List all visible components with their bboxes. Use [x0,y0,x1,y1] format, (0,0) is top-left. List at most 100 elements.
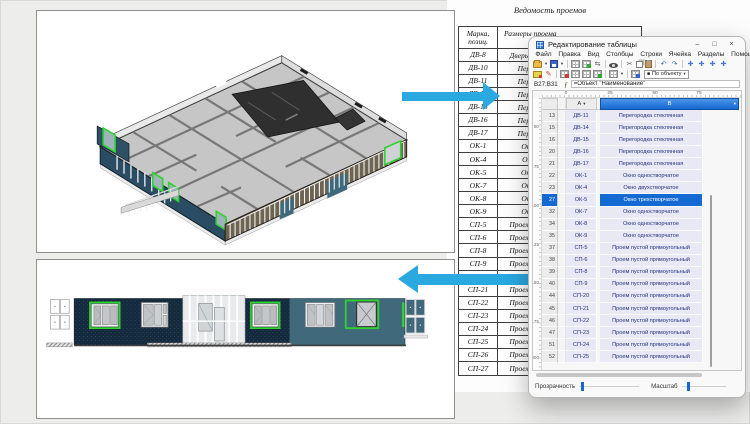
cell-b[interactable]: Окно одностворчатое [600,219,703,231]
open-folder-icon[interactable] [533,61,542,68]
spreadsheet[interactable]: 0255075 5075100125150175200 A▾ B▾ 13ДВ-1… [532,90,742,371]
elevation-panel[interactable] [36,259,455,419]
row-number[interactable]: 15 [542,122,558,134]
menu-item[interactable]: Правка [555,51,584,58]
cell-a[interactable]: СП-23 [566,327,597,339]
split-cells-icon[interactable] [582,70,591,78]
cell-b[interactable]: Перегородка стеклянная [600,122,703,134]
cell-a[interactable]: СП-24 [566,339,597,351]
column-header-a[interactable]: A▾ [566,98,597,110]
row-number[interactable]: 20 [542,146,558,158]
open-caret-icon[interactable]: ▾ [544,61,548,67]
cell-a[interactable]: ДВ-15 [566,134,597,146]
cell-a[interactable]: ДВ-16 [566,146,597,158]
vertical-scrollbar[interactable] [710,195,712,367]
cell-a[interactable]: ДВ-11 [566,110,597,122]
borders-icon[interactable] [609,70,618,78]
close-button[interactable]: × [725,41,738,48]
link-icon[interactable]: ⇆ [593,61,602,68]
insert-row-below-icon[interactable]: ✚ [697,61,706,68]
row-number[interactable]: 16 [542,134,558,146]
edit-cell-icon[interactable] [593,70,602,78]
scale-slider[interactable] [682,386,726,387]
cell-b[interactable]: Проем пустой прямоугольный [600,351,703,363]
filter-caret-icon[interactable]: ▾ [583,101,585,107]
borders-caret-icon[interactable]: ▾ [620,71,624,77]
cell-a[interactable]: ДВ-14 [566,122,597,134]
menu-item[interactable]: Вид [584,51,603,58]
row-number[interactable]: 34 [542,219,558,231]
row-number[interactable]: 44 [542,291,558,303]
viewport-3d-panel[interactable] [36,10,455,253]
menu-item[interactable]: Строки [637,51,665,58]
cell-a[interactable]: СП-25 [566,351,597,363]
menu-item[interactable]: Ячейка [665,51,694,58]
maximize-button[interactable]: □ [708,41,721,48]
row-number[interactable]: 47 [542,327,558,339]
transparency-slider-thumb[interactable] [581,382,584,391]
cell-a[interactable]: ДВ-17 [566,158,597,170]
minimize-button[interactable]: – [691,41,704,48]
cell-a[interactable]: СП-6 [566,255,597,267]
save-icon[interactable] [550,60,558,68]
undo-icon[interactable]: ↶ [659,61,668,68]
by-object-combo[interactable]: ■По объекту▾ [644,70,689,79]
horizontal-scrollbar-thumb[interactable] [536,373,702,377]
cell-b[interactable]: Проем пустой прямоугольный [600,303,703,315]
row-number[interactable]: 35 [542,231,558,243]
row-number[interactable]: 39 [542,267,558,279]
cell-b[interactable]: Окно одностворчатое [600,170,703,182]
menu-item[interactable]: Файл [532,51,555,58]
visibility-eye-icon[interactable] [609,63,618,68]
row-number[interactable]: 27 [542,194,558,206]
row-number[interactable]: 32 [542,207,558,219]
cell-b[interactable]: Перегородка стеклянная [600,158,703,170]
cut-icon[interactable]: ✂ [625,61,634,68]
merge-cells-icon[interactable] [571,70,580,78]
cell-b[interactable]: Окно одностворчатое [600,207,703,219]
fill-color-icon[interactable] [533,71,542,78]
row-number[interactable]: 51 [542,339,558,351]
table-export-icon[interactable] [582,60,591,68]
cell-a[interactable]: ОК-7 [566,207,597,219]
menu-item[interactable]: Разделы [694,51,727,58]
cell-b[interactable]: Проем пустой прямоугольный [600,243,703,255]
by-object-grid-icon[interactable] [631,70,640,78]
cell-a[interactable]: ОК-8 [566,219,597,231]
cell-a[interactable]: ОК-5 [566,194,597,206]
cell-b[interactable]: Проем пустой прямоугольный [600,291,703,303]
cell-b[interactable]: Перегородка стеклянная [600,110,703,122]
cell-b[interactable]: Перегородка стеклянная [600,146,703,158]
cell-a[interactable]: СП-20 [566,291,597,303]
row-number[interactable]: 46 [542,315,558,327]
save-caret-icon[interactable]: ▾ [560,61,564,67]
paste-icon[interactable] [645,60,652,68]
row-number[interactable]: 37 [542,243,558,255]
insert-col-left-icon[interactable]: ✚ [708,61,717,68]
row-number[interactable]: 13 [542,110,558,122]
scale-slider-thumb[interactable] [687,382,690,391]
cell-b[interactable]: Проем пустой прямоугольный [600,267,703,279]
delete-cells-icon[interactable] [560,70,569,78]
cell-b[interactable]: Проем пустой прямоугольный [600,279,703,291]
transparency-slider[interactable] [579,386,639,387]
cell-a[interactable]: СП-8 [566,267,597,279]
cell-a[interactable]: ОК-1 [566,170,597,182]
cell-b[interactable]: Окно одностворчатое [600,231,703,243]
cell-a[interactable]: СП-22 [566,315,597,327]
cell-a[interactable]: СП-9 [566,279,597,291]
row-number[interactable]: 22 [542,170,558,182]
cell-b[interactable]: Проем пустой прямоугольный [600,339,703,351]
row-number[interactable]: 52 [542,351,558,363]
row-number[interactable]: 45 [542,303,558,315]
cell-b[interactable]: Окно двухстворчатое [600,182,703,194]
cell-b[interactable]: Перегородка стеклянная [600,134,703,146]
cell-b[interactable]: Проем пустой прямоугольный [600,255,703,267]
table-import-icon[interactable] [571,60,580,68]
insert-col-right-icon[interactable]: ✚ [719,61,728,68]
horizontal-scrollbar[interactable] [535,372,739,378]
format-brush-icon[interactable]: ✎ [544,71,553,78]
table-editor-dialog[interactable]: Редактирование таблицы – □ × ФайлПравкаВ… [528,36,746,398]
cell-a[interactable]: ОК-9 [566,231,597,243]
copy-icon[interactable] [636,61,643,68]
